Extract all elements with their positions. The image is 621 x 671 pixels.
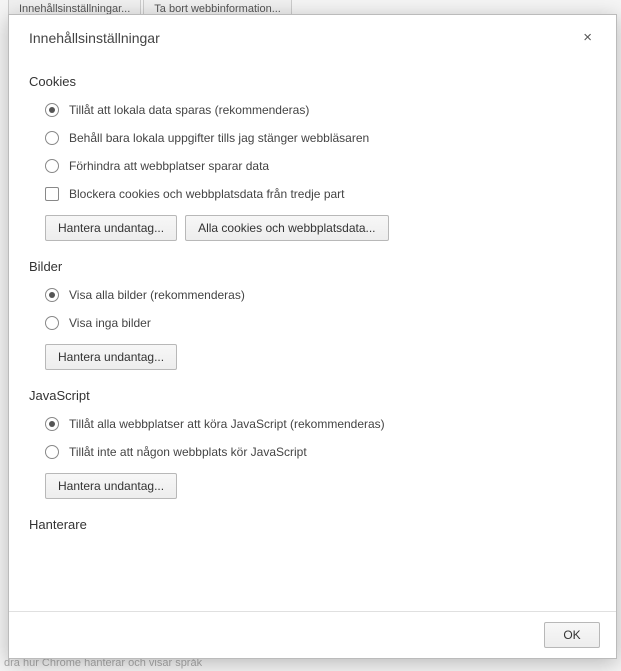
section-images: Bilder Visa alla bilder (rekommenderas) … (29, 259, 596, 370)
cookies-option-block-label: Förhindra att webbplatser sparar data (69, 159, 269, 173)
cookies-option-block[interactable]: Förhindra att webbplatser sparar data (45, 159, 596, 173)
cookies-all-data-button[interactable]: Alla cookies och webbplatsdata... (185, 215, 388, 241)
js-option-allow[interactable]: Tillåt alla webbplatser att köra JavaScr… (45, 417, 596, 431)
radio-icon[interactable] (45, 131, 59, 145)
section-javascript: JavaScript Tillåt alla webbplatser att k… (29, 388, 596, 499)
ok-button[interactable]: OK (544, 622, 600, 648)
js-option-allow-label: Tillåt alla webbplatser att köra JavaScr… (69, 417, 385, 431)
section-cookies-title: Cookies (29, 74, 596, 89)
images-option-hide-label: Visa inga bilder (69, 316, 151, 330)
images-option-show[interactable]: Visa alla bilder (rekommenderas) (45, 288, 596, 302)
radio-icon[interactable] (45, 316, 59, 330)
close-icon[interactable]: × (579, 29, 596, 46)
checkbox-icon[interactable] (45, 187, 59, 201)
images-option-hide[interactable]: Visa inga bilder (45, 316, 596, 330)
section-javascript-title: JavaScript (29, 388, 596, 403)
images-exceptions-button[interactable]: Hantera undantag... (45, 344, 177, 370)
cookies-block-thirdparty-label: Blockera cookies och webbplatsdata från … (69, 187, 345, 201)
section-handlers: Hanterare (29, 517, 596, 532)
content-settings-dialog: Innehållsinställningar × Cookies Tillåt … (8, 14, 617, 659)
section-images-title: Bilder (29, 259, 596, 274)
cookies-option-allow-label: Tillåt att lokala data sparas (rekommend… (69, 103, 309, 117)
images-option-show-label: Visa alla bilder (rekommenderas) (69, 288, 245, 302)
js-option-block[interactable]: Tillåt inte att någon webbplats kör Java… (45, 445, 596, 459)
radio-icon[interactable] (45, 417, 59, 431)
cookies-option-allow[interactable]: Tillåt att lokala data sparas (rekommend… (45, 103, 596, 117)
section-cookies: Cookies Tillåt att lokala data sparas (r… (29, 74, 596, 241)
cookies-exceptions-button[interactable]: Hantera undantag... (45, 215, 177, 241)
cookies-option-session[interactable]: Behåll bara lokala uppgifter tills jag s… (45, 131, 596, 145)
radio-icon[interactable] (45, 103, 59, 117)
dialog-footer: OK (9, 611, 616, 658)
radio-icon[interactable] (45, 288, 59, 302)
dialog-body[interactable]: Cookies Tillåt att lokala data sparas (r… (9, 56, 616, 611)
js-exceptions-button[interactable]: Hantera undantag... (45, 473, 177, 499)
cookies-block-thirdparty[interactable]: Blockera cookies och webbplatsdata från … (45, 187, 596, 201)
js-option-block-label: Tillåt inte att någon webbplats kör Java… (69, 445, 307, 459)
radio-icon[interactable] (45, 159, 59, 173)
dialog-header: Innehållsinställningar × (9, 15, 616, 56)
section-handlers-title: Hanterare (29, 517, 596, 532)
dialog-title: Innehållsinställningar (29, 30, 160, 46)
radio-icon[interactable] (45, 445, 59, 459)
cookies-option-session-label: Behåll bara lokala uppgifter tills jag s… (69, 131, 369, 145)
